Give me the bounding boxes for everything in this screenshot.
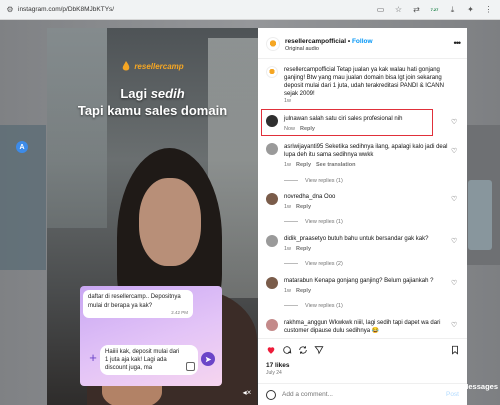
background-app-icon: A bbox=[16, 141, 28, 153]
plus-icon: + bbox=[89, 350, 97, 365]
comment-meta: 1w Reply bbox=[284, 204, 311, 210]
heart-icon[interactable]: ♡ bbox=[451, 196, 458, 203]
reply-button[interactable]: Reply bbox=[296, 246, 311, 252]
view-replies-button[interactable]: View replies (1) bbox=[284, 219, 343, 225]
add-comment-bar: Post bbox=[258, 383, 467, 405]
browser-actions: ▭ ☆ ⇄ 7.27 ⤓ ✦ ⋮ bbox=[375, 4, 494, 15]
more-icon[interactable]: ••• bbox=[454, 38, 462, 48]
puzzle-icon[interactable]: ✦ bbox=[465, 4, 476, 15]
background-card bbox=[468, 180, 492, 250]
follow-button[interactable]: Follow bbox=[352, 38, 373, 45]
address-bar[interactable]: instagram.com/p/DbK8MJbKTYs/ bbox=[18, 6, 114, 13]
caption-text: resellercampofficial Tetap jualan ya kak… bbox=[284, 67, 444, 97]
avatar[interactable] bbox=[266, 277, 278, 289]
comment-meta: 1w Reply bbox=[284, 288, 311, 294]
reply-button[interactable]: Reply bbox=[296, 288, 311, 294]
avatar[interactable] bbox=[266, 193, 278, 205]
video-caption-line2: Tapi kamu sales domain bbox=[77, 103, 228, 118]
chat-send-icon bbox=[201, 352, 215, 366]
heart-icon[interactable]: ♡ bbox=[451, 119, 458, 126]
heart-icon[interactable]: ♡ bbox=[451, 322, 458, 329]
brand-logo-text: resellercamp bbox=[134, 61, 184, 71]
emoji-icon[interactable] bbox=[266, 390, 276, 400]
comment-time: 1w bbox=[284, 162, 292, 168]
chat-compose-text: Haiiii kak, deposit mulai dari 1 juta aj… bbox=[100, 345, 198, 375]
send-icon[interactable] bbox=[314, 345, 324, 355]
extension-icon[interactable]: 7.27 bbox=[429, 4, 440, 15]
reply-button[interactable]: Reply bbox=[296, 204, 311, 210]
avatar[interactable] bbox=[266, 37, 280, 51]
view-replies-button[interactable]: View replies (1) bbox=[284, 303, 343, 309]
comment-text: novredha_dna Ooo bbox=[284, 194, 336, 200]
chat-time: 2.42 PM bbox=[171, 310, 188, 315]
comment-text: julnawan salah satu ciri sales profesion… bbox=[284, 116, 403, 122]
avatar[interactable] bbox=[266, 235, 278, 247]
messages-label[interactable]: Messages bbox=[462, 382, 498, 391]
comment-text: asriwijayanti95 Seketika sedihnya ilang,… bbox=[284, 144, 448, 158]
brand-logo: resellercamp bbox=[47, 61, 258, 71]
heart-icon[interactable]: ♡ bbox=[451, 238, 458, 245]
caption-time: 1w bbox=[284, 98, 292, 104]
likes-count[interactable]: 17 likes bbox=[266, 362, 290, 369]
post-date: July 24 bbox=[266, 370, 282, 376]
comment-time: Now bbox=[284, 126, 296, 132]
translate-icon[interactable]: ⇄ bbox=[411, 4, 422, 15]
audio-label[interactable]: Original audio bbox=[285, 46, 319, 52]
sticker-icon bbox=[186, 362, 195, 371]
comment-meta: 1w Reply See translation bbox=[284, 162, 355, 168]
chat-bubble: daftar di resellercamp.. Depositnya mula… bbox=[83, 290, 193, 318]
browser-toolbar: ⚙ instagram.com/p/DbK8MJbKTYs/ ▭ ☆ ⇄ 7.2… bbox=[0, 0, 500, 20]
caption-emphasis: sedih bbox=[150, 86, 185, 101]
reply-button[interactable]: Reply bbox=[300, 126, 315, 132]
chat-message: daftar di resellercamp.. Depositnya mula… bbox=[88, 294, 181, 309]
comment-text: rakhma_anggun Wkwkwk niiil, lagi sedih t… bbox=[284, 320, 441, 334]
share-icon[interactable] bbox=[298, 345, 308, 355]
post-side-panel: resellercampofficial • Follow Original a… bbox=[258, 28, 467, 405]
avatar[interactable] bbox=[266, 115, 278, 127]
view-replies-button[interactable]: View replies (1) bbox=[284, 178, 343, 184]
browser-menu-icon[interactable]: ⋮ bbox=[483, 4, 494, 15]
comment-time: 1w bbox=[284, 288, 292, 294]
avatar[interactable] bbox=[266, 66, 278, 78]
post-username[interactable]: resellercampofficial bbox=[285, 38, 346, 45]
comment-meta: Now Reply bbox=[284, 126, 315, 132]
comment-text: matarabun Kenapa gonjang ganjing? Belum … bbox=[284, 278, 434, 284]
video-window bbox=[47, 28, 107, 228]
flame-logo-icon bbox=[123, 61, 130, 71]
caption-prefix: Lagi bbox=[120, 86, 151, 101]
star-icon[interactable]: ☆ bbox=[393, 4, 404, 15]
comment-meta: 1w Reply bbox=[284, 246, 311, 252]
avatar[interactable] bbox=[266, 319, 278, 331]
see-translation-link[interactable]: See translation bbox=[316, 162, 355, 168]
view-replies-button[interactable]: View replies (2) bbox=[284, 261, 343, 267]
comment-icon[interactable] bbox=[282, 345, 292, 355]
avatar[interactable] bbox=[266, 143, 278, 155]
mute-icon[interactable]: ◂× bbox=[241, 386, 253, 398]
heart-icon[interactable]: ♡ bbox=[451, 280, 458, 287]
reel-video[interactable]: resellercamp Lagi sedih Tapi kamu sales … bbox=[47, 28, 258, 405]
post-actions bbox=[258, 338, 467, 356]
screen-share-icon[interactable]: ▭ bbox=[375, 4, 386, 15]
heart-icon[interactable]: ♡ bbox=[451, 148, 458, 155]
video-caption-line1: Lagi sedih bbox=[47, 86, 258, 101]
heart-icon[interactable] bbox=[266, 345, 276, 355]
comment-text: didik_praasetyo butuh bahu untuk bersand… bbox=[284, 236, 429, 242]
comment-input[interactable] bbox=[282, 391, 422, 398]
video-person-face bbox=[139, 178, 201, 266]
download-icon[interactable]: ⤓ bbox=[447, 4, 458, 15]
post-comment-button[interactable]: Post bbox=[446, 391, 459, 398]
reply-button[interactable]: Reply bbox=[296, 162, 311, 168]
chat-compose: + Haiiii kak, deposit mulai dari 1 juta … bbox=[87, 345, 215, 375]
post-header: resellercampofficial • Follow Original a… bbox=[258, 28, 467, 59]
comment-time: 1w bbox=[284, 246, 292, 252]
comment-time: 1w bbox=[284, 204, 292, 210]
tune-icon[interactable]: ⚙ bbox=[4, 4, 16, 16]
extension-badge: 7.27 bbox=[430, 6, 439, 12]
post-username-row: resellercampofficial • Follow bbox=[285, 38, 373, 45]
bookmark-icon[interactable] bbox=[450, 345, 460, 355]
